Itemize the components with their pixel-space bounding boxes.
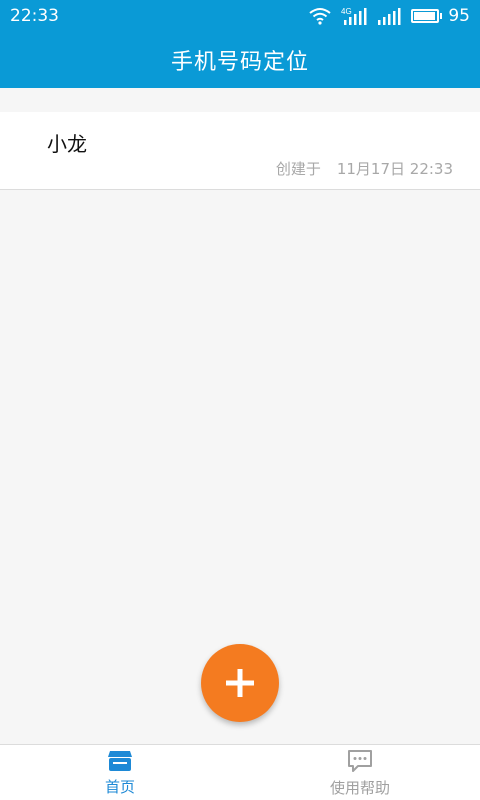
nav-home-label: 首页 [104, 778, 135, 796]
status-bar: 22:33 4G 95 [0, 0, 480, 32]
chat-bubble-icon [348, 750, 372, 772]
list-item[interactable]: 小龙 创建于 11月17日 22:33 [0, 112, 480, 190]
created-time: 11月17日 22:33 [336, 160, 453, 178]
created-info: 创建于 11月17日 22:33 [276, 158, 453, 179]
battery-indicator: 95 [411, 6, 470, 26]
created-label: 创建于 [275, 160, 321, 178]
nav-home[interactable]: 首页 [0, 745, 240, 800]
bottom-nav: 首页 使用帮助 [0, 744, 480, 800]
nav-help-label: 使用帮助 [329, 779, 390, 797]
store-icon [108, 751, 132, 771]
app-header: 手机号码定位 [0, 32, 480, 88]
plus-icon [226, 669, 254, 697]
signal-4g-icon: 4G [341, 7, 367, 25]
battery-icon [411, 9, 440, 23]
status-icons: 4G 95 [309, 6, 470, 26]
signal-icon [378, 8, 401, 25]
nav-help[interactable]: 使用帮助 [240, 745, 480, 800]
add-button[interactable] [201, 644, 279, 722]
status-time: 22:33 [10, 6, 59, 26]
battery-cap [440, 13, 443, 19]
battery-fill [414, 12, 436, 20]
contact-list: 小龙 创建于 11月17日 22:33 [0, 112, 480, 190]
contact-name: 小龙 [47, 132, 87, 156]
battery-percent: 95 [448, 6, 470, 26]
network-label: 4G [341, 7, 352, 16]
page-title: 手机号码定位 [170, 50, 309, 75]
wifi-icon [309, 8, 331, 25]
